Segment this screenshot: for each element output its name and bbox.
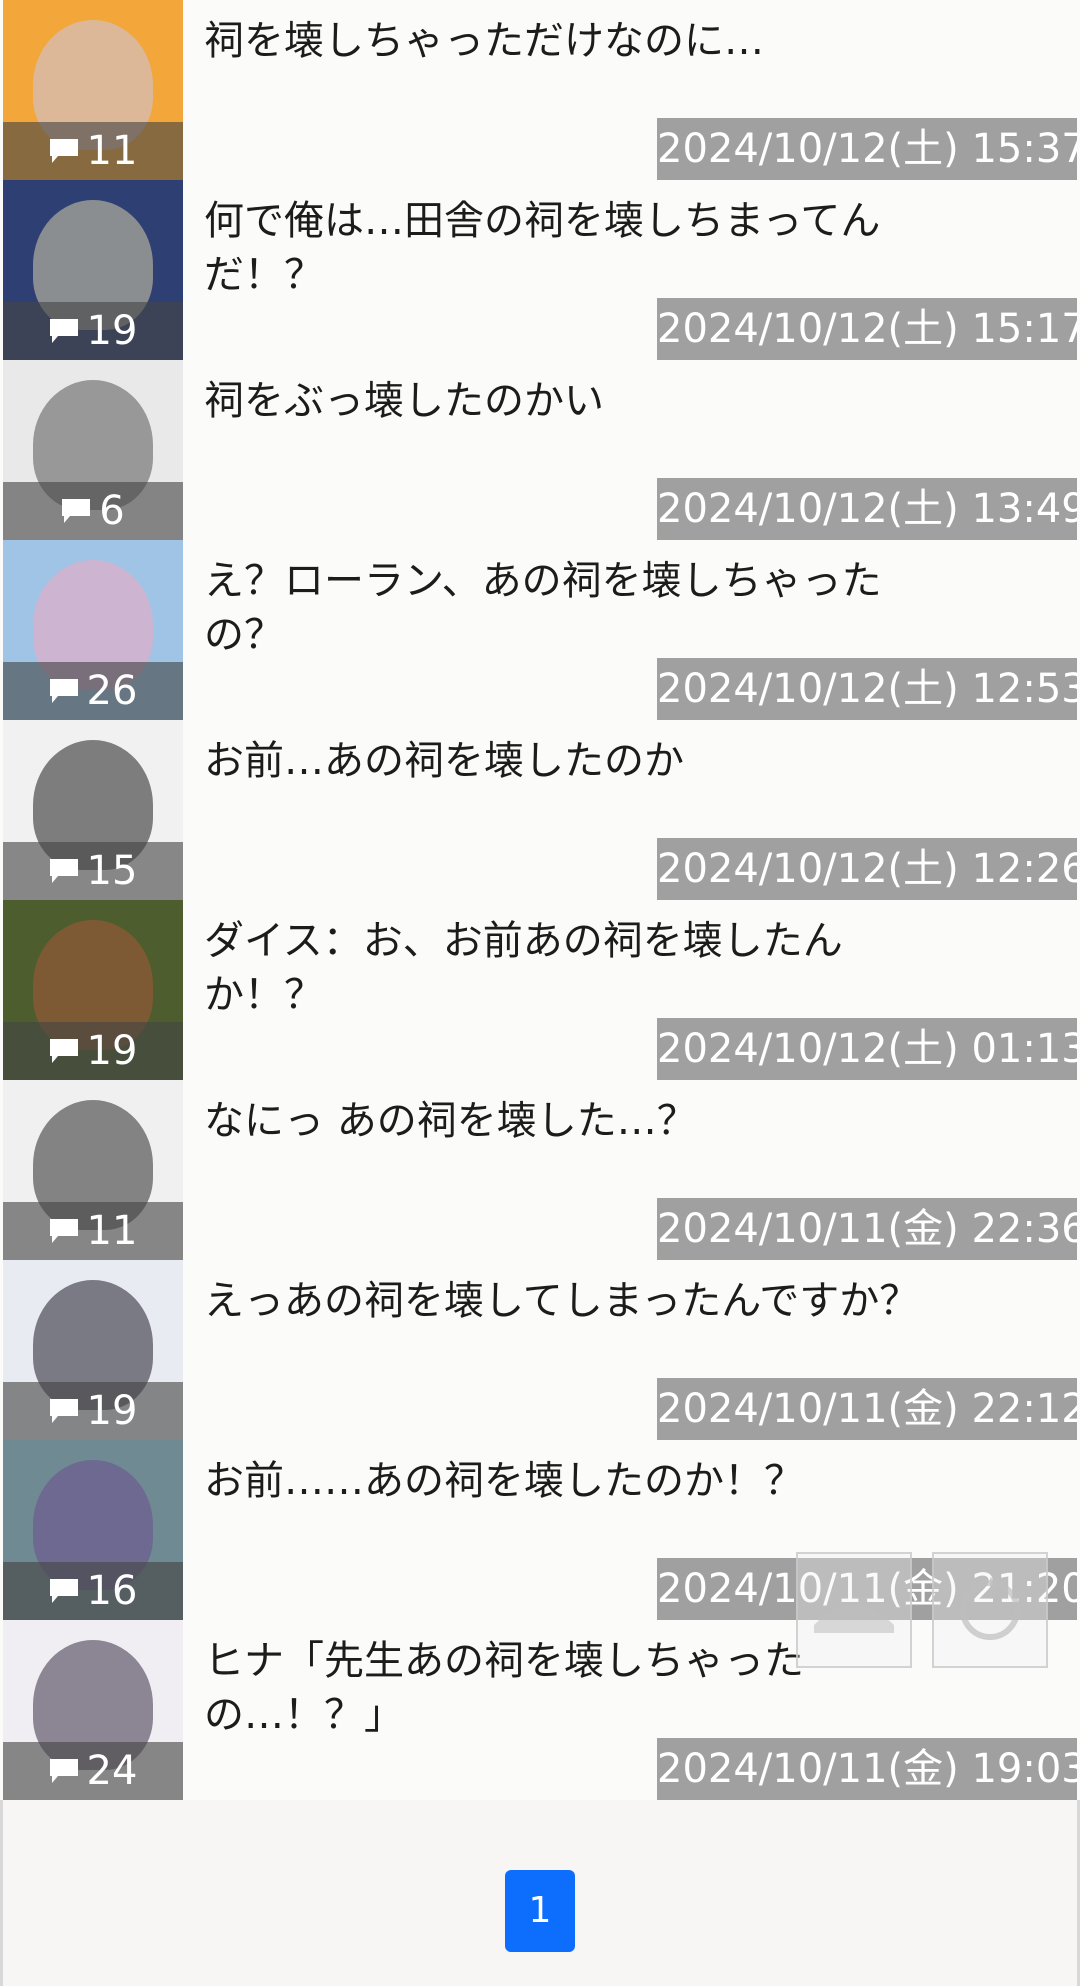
comment-count: 16 xyxy=(86,1568,138,1614)
thread-item[interactable]: 19 ダイス：お、お前あの祠を壊したんか！？ 2024/10/12(土) 01:13… xyxy=(0,900,1080,1080)
thread-title[interactable]: 何で俺は…田舎の祠を壊しちまってんだ！？ xyxy=(204,194,924,302)
comment-icon xyxy=(49,1578,79,1604)
thread-timestamp: 2024/10/12(土) 13:49:37 xyxy=(657,478,1077,540)
page-button-current[interactable]: 1 xyxy=(505,1870,575,1952)
comment-count-badge: 11 xyxy=(3,1202,183,1260)
comment-count: 24 xyxy=(86,1748,138,1794)
thread-title[interactable]: お前…あの祠を壊したのか xyxy=(204,734,924,788)
thread-item[interactable]: 19 えっあの祠を壊してしまったんですか？ 2024/10/11(金) 22:12:… xyxy=(0,1260,1080,1440)
thread-timestamp: 2024/10/12(土) 15:37:41 xyxy=(657,118,1077,180)
comment-count: 19 xyxy=(86,1388,138,1434)
comment-icon xyxy=(49,1218,79,1244)
comment-count-badge: 19 xyxy=(3,1382,183,1440)
thread-item[interactable]: 24 ヒナ「先生あの祠を壊しちゃったの…！？」 2024/10/11(金) 19:0… xyxy=(0,1620,1080,1800)
comment-count-badge: 15 xyxy=(3,842,183,900)
thread-title[interactable]: なにっ あの祠を壊した…？ xyxy=(204,1094,924,1148)
comment-count-badge: 19 xyxy=(3,302,183,360)
comment-count: 15 xyxy=(86,848,138,894)
thread-thumbnail[interactable]: 16 xyxy=(3,1440,183,1620)
comment-count: 19 xyxy=(86,308,138,354)
thread-item[interactable]: 11 なにっ あの祠を壊した…？ 2024/10/11(金) 22:36:28 xyxy=(0,1080,1080,1260)
comment-count-badge: 16 xyxy=(3,1562,183,1620)
thread-title[interactable]: 祠をぶっ壊したのかい xyxy=(204,374,924,428)
thread-thumbnail[interactable]: 19 xyxy=(3,1260,183,1440)
comment-count-badge: 11 xyxy=(3,122,183,180)
reload-button[interactable] xyxy=(932,1552,1048,1668)
comment-icon xyxy=(49,1398,79,1424)
thread-item[interactable]: 15 お前…あの祠を壊したのか 2024/10/12(土) 12:26:08 xyxy=(0,720,1080,900)
comment-count-badge: 24 xyxy=(3,1742,183,1800)
comment-icon xyxy=(49,318,79,344)
thread-timestamp: 2024/10/12(土) 01:13:04 xyxy=(657,1018,1077,1080)
thread-title[interactable]: え？ローラン、あの祠を壊しちゃったの？ xyxy=(204,554,924,662)
thread-thumbnail[interactable]: 15 xyxy=(3,720,183,900)
comment-count: 6 xyxy=(99,488,125,534)
reload-icon xyxy=(960,1577,1020,1640)
comment-icon xyxy=(49,1758,79,1784)
thread-title[interactable]: えっあの祠を壊してしまったんですか？ xyxy=(204,1274,924,1328)
comment-count: 11 xyxy=(86,1208,138,1254)
thread-timestamp: 2024/10/11(金) 22:12:34 xyxy=(657,1378,1077,1440)
thread-thumbnail[interactable]: 26 xyxy=(3,540,183,720)
thread-timestamp: 2024/10/11(金) 22:36:28 xyxy=(657,1198,1077,1260)
thread-timestamp: 2024/10/12(土) 12:53:35 xyxy=(657,658,1077,720)
comment-icon xyxy=(49,138,79,164)
thread-thumbnail[interactable]: 19 xyxy=(3,180,183,360)
thread-item[interactable]: 6 祠をぶっ壊したのかい 2024/10/12(土) 13:49:37 xyxy=(0,360,1080,540)
comment-count-badge: 6 xyxy=(3,482,183,540)
comment-icon xyxy=(49,1038,79,1064)
thread-title[interactable]: お前……あの祠を壊したのか！？ xyxy=(204,1454,924,1508)
thread-item[interactable]: 19 何で俺は…田舎の祠を壊しちまってんだ！？ 2024/10/12(土) 15:1… xyxy=(0,180,1080,360)
thread-title[interactable]: 祠を壊しちゃっただけなのに… xyxy=(204,14,924,68)
thread-list: 11祠を壊しちゃっただけなのに…2024/10/12(土) 15:37:4119… xyxy=(0,0,1080,1800)
pagination: 1 xyxy=(0,1870,1080,1952)
chevron-up-icon xyxy=(814,1605,894,1633)
thread-thumbnail[interactable]: 24 xyxy=(3,1620,183,1800)
comment-count-badge: 26 xyxy=(3,662,183,720)
thread-thumbnail[interactable]: 6 xyxy=(3,360,183,540)
thread-thumbnail[interactable]: 11 xyxy=(3,1080,183,1260)
comment-icon xyxy=(49,678,79,704)
thread-item[interactable]: 16お前……あの祠を壊したのか！？2024/10/11(金) 21:20:47 xyxy=(0,1440,1080,1620)
thread-thumbnail[interactable]: 11 xyxy=(3,0,183,180)
comment-icon xyxy=(49,858,79,884)
thread-item[interactable]: 26 え？ローラン、あの祠を壊しちゃったの？ 2024/10/12(土) 12:53… xyxy=(0,540,1080,720)
comment-count: 19 xyxy=(86,1028,138,1074)
thread-thumbnail[interactable]: 19 xyxy=(3,900,183,1080)
scroll-top-button[interactable] xyxy=(796,1552,912,1668)
comment-icon xyxy=(61,498,91,524)
comment-count-badge: 19 xyxy=(3,1022,183,1080)
thread-timestamp: 2024/10/12(土) 12:26:08 xyxy=(657,838,1077,900)
comment-count: 26 xyxy=(86,668,138,714)
thread-timestamp: 2024/10/11(金) 19:03:57 xyxy=(657,1738,1077,1800)
thread-item[interactable]: 11 祠を壊しちゃっただけなのに… 2024/10/12(土) 15:37:41 xyxy=(0,0,1080,180)
comment-count: 11 xyxy=(86,128,138,174)
thread-timestamp: 2024/10/12(土) 15:17:14 xyxy=(657,298,1077,360)
thread-title[interactable]: ダイス：お、お前あの祠を壊したんか！？ xyxy=(204,914,924,1022)
